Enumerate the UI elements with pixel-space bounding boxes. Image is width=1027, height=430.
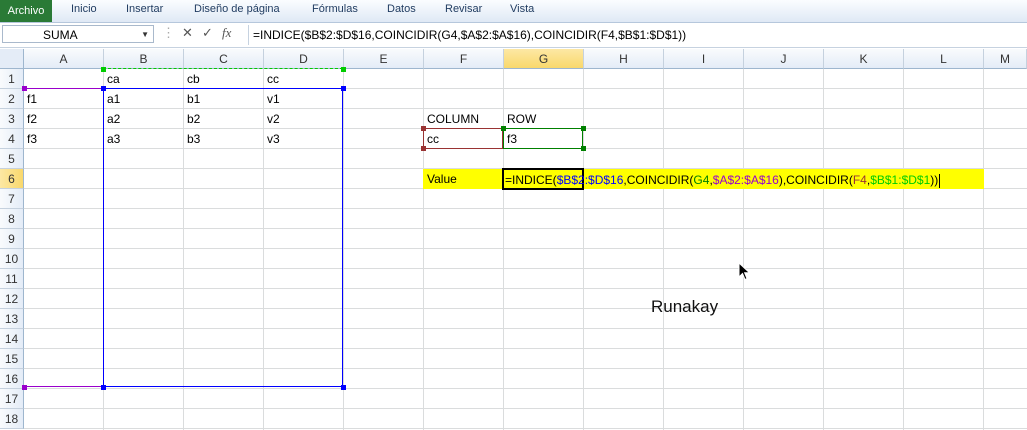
formula-token: $A$2:$A$16 xyxy=(712,173,779,187)
range-ref-a2-a16 xyxy=(24,88,104,387)
grid-line xyxy=(423,69,424,430)
range-ref-b2-d16 xyxy=(103,88,343,387)
column-header-f[interactable]: F xyxy=(424,49,504,69)
row-header-2[interactable]: 2 xyxy=(0,89,24,109)
formula-token: ,COINCIDIR( xyxy=(623,173,694,187)
tab-insertar[interactable]: Insertar xyxy=(126,3,163,15)
formula-token: )) xyxy=(930,173,939,187)
cell-f6[interactable]: Value xyxy=(425,169,457,189)
tab-formulas[interactable]: Fórmulas xyxy=(312,3,358,15)
formula-token: $B$2:$D$16 xyxy=(556,173,624,187)
range-handle[interactable] xyxy=(421,126,426,131)
formula-token: ),COINCIDIR( xyxy=(778,173,853,187)
column-header-h[interactable]: H xyxy=(584,49,664,69)
range-handle[interactable] xyxy=(581,146,586,151)
formula-buttons: ⋮ ✕ ✓ fx xyxy=(160,24,244,44)
row-header-7[interactable]: 7 xyxy=(0,189,24,209)
tab-vista[interactable]: Vista xyxy=(510,3,534,15)
row-header-10[interactable]: 10 xyxy=(0,249,24,269)
row-header-14[interactable]: 14 xyxy=(0,329,24,349)
formula-input[interactable]: =INDICE($B$2:$D$16,COINCIDIR(G4,$A$2:$A$… xyxy=(248,25,1027,45)
column-header-c[interactable]: C xyxy=(184,49,264,69)
grid-line xyxy=(743,69,744,430)
name-box[interactable]: SUMA ▼ xyxy=(2,25,154,43)
mouse-pointer-icon xyxy=(738,262,751,281)
range-handle[interactable] xyxy=(581,126,586,131)
row-header-5[interactable]: 5 xyxy=(0,149,24,169)
column-header-l[interactable]: L xyxy=(904,49,984,69)
range-ref-f4 xyxy=(423,128,503,149)
column-header-e[interactable]: E xyxy=(344,49,424,69)
formula-token: F4 xyxy=(852,173,867,187)
formula-token: G4 xyxy=(693,173,710,187)
column-header-m[interactable]: M xyxy=(984,49,1027,69)
grid-line xyxy=(24,388,1027,389)
column-header-d[interactable]: D xyxy=(264,49,344,69)
row-header-12[interactable]: 12 xyxy=(0,289,24,309)
range-handle[interactable] xyxy=(101,86,106,91)
column-header-a[interactable]: A xyxy=(24,49,104,69)
range-handle[interactable] xyxy=(22,385,27,390)
range-handle[interactable] xyxy=(341,67,346,72)
text-caret xyxy=(939,173,941,188)
range-handle[interactable] xyxy=(101,67,106,72)
range-handle[interactable] xyxy=(341,86,346,91)
row-header-16[interactable]: 16 xyxy=(0,369,24,389)
range-handle[interactable] xyxy=(22,86,27,91)
range-ref-b1-d1 xyxy=(103,68,343,88)
grid-line xyxy=(503,69,504,430)
cell-g3[interactable]: ROW xyxy=(505,109,536,129)
range-ref-g4 xyxy=(503,128,583,149)
x-icon[interactable]: ✕ xyxy=(182,25,193,41)
check-icon[interactable]: ✓ xyxy=(202,25,213,41)
row-header-17[interactable]: 17 xyxy=(0,389,24,409)
column-header-k[interactable]: K xyxy=(824,49,904,69)
grid-line xyxy=(24,428,1027,429)
row-header-18[interactable]: 18 xyxy=(0,409,24,429)
range-handle[interactable] xyxy=(501,126,506,131)
grid-line xyxy=(343,69,344,430)
chevron-down-icon[interactable]: ▼ xyxy=(141,26,149,44)
ribbon-tabs: Archivo Inicio Insertar Diseño de página… xyxy=(0,0,1027,23)
row-header-11[interactable]: 11 xyxy=(0,269,24,289)
range-handle[interactable] xyxy=(421,146,426,151)
row-header-1[interactable]: 1 xyxy=(0,69,24,89)
cell-edit-formula[interactable]: =INDICE($B$2:$D$16,COINCIDIR(G4,$A$2:$A$… xyxy=(505,170,941,190)
row-header-9[interactable]: 9 xyxy=(0,229,24,249)
grid-line xyxy=(903,69,904,430)
row-header-4[interactable]: 4 xyxy=(0,129,24,149)
tab-archivo[interactable]: Archivo xyxy=(0,0,52,22)
column-header-i[interactable]: I xyxy=(664,49,744,69)
range-handle[interactable] xyxy=(101,385,106,390)
column-header-b[interactable]: B xyxy=(104,49,184,69)
tab-diseno-de-pagina[interactable]: Diseño de página xyxy=(194,3,280,15)
fx-icon[interactable]: fx xyxy=(222,25,231,41)
range-handle[interactable] xyxy=(341,385,346,390)
row-header-8[interactable]: 8 xyxy=(0,209,24,229)
grid-line xyxy=(663,69,664,430)
column-header-g[interactable]: G xyxy=(504,49,584,69)
cell-f3[interactable]: COLUMN xyxy=(425,109,479,129)
column-header-j[interactable]: J xyxy=(744,49,824,69)
formula-token: =INDICE( xyxy=(505,173,557,187)
watermark-text: Runakay xyxy=(651,297,719,316)
row-header-6[interactable]: 6 xyxy=(0,169,24,189)
formula-bar: SUMA ▼ ⋮ ✕ ✓ fx =INDICE($B$2:$D$16,COINC… xyxy=(0,23,1027,48)
row-header-3[interactable]: 3 xyxy=(0,109,24,129)
grip-icon: ⋮ xyxy=(162,25,175,40)
grid-line xyxy=(823,69,824,430)
name-box-value: SUMA xyxy=(43,28,78,42)
formula-token: $B$1:$D$1 xyxy=(870,173,931,187)
row-header-15[interactable]: 15 xyxy=(0,349,24,369)
tab-inicio[interactable]: Inicio xyxy=(71,3,97,15)
grid-line xyxy=(24,408,1027,409)
grid-line xyxy=(583,69,584,430)
row-header-13[interactable]: 13 xyxy=(0,309,24,329)
tab-datos[interactable]: Datos xyxy=(387,3,416,15)
grid-line xyxy=(983,69,984,430)
tab-revisar[interactable]: Revisar xyxy=(445,3,482,15)
select-all-corner[interactable] xyxy=(0,49,24,69)
